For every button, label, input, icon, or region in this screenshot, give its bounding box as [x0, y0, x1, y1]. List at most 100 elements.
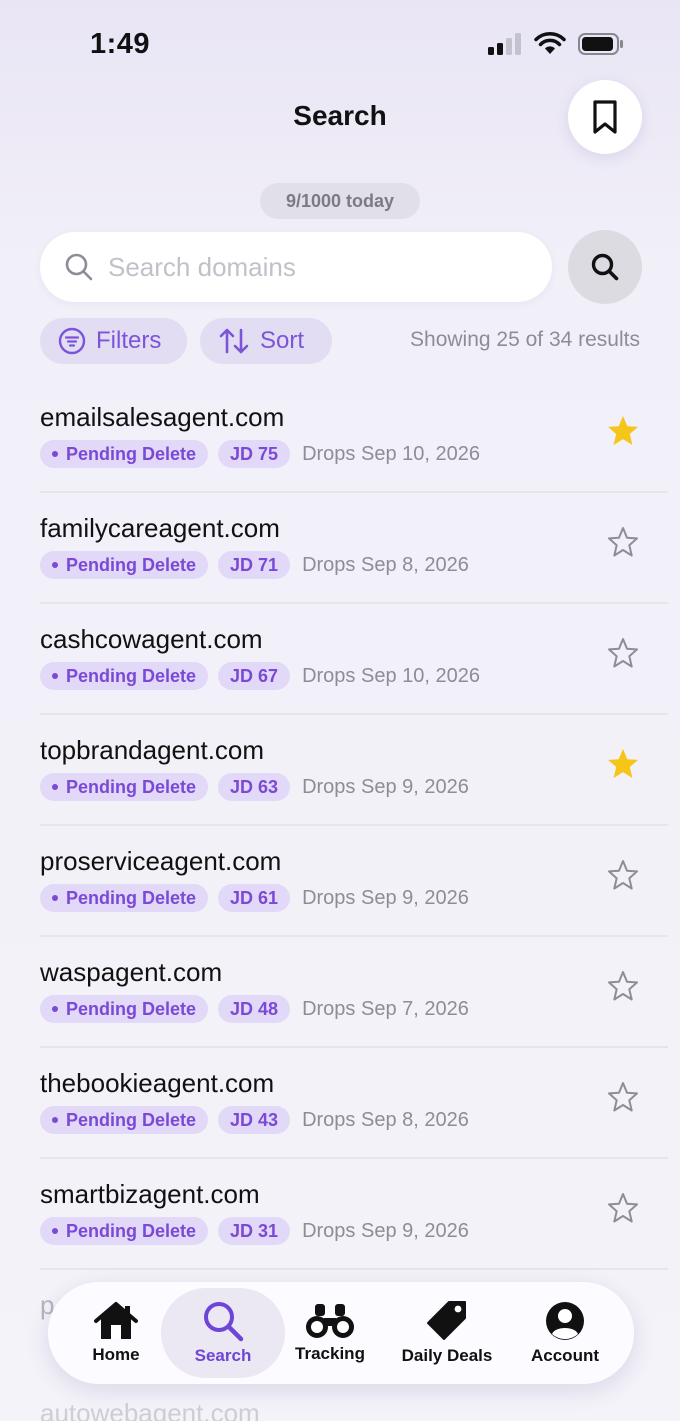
- status-badge-label: Pending Delete: [66, 554, 197, 575]
- status-icons: [488, 32, 624, 56]
- domain-name[interactable]: thebookieagent.com: [40, 1068, 274, 1099]
- status-badge: Pending Delete: [40, 773, 209, 801]
- cellular-signal-icon: [488, 33, 521, 55]
- bookmark-icon: [593, 100, 617, 134]
- status-badge-label: Pending Delete: [66, 1109, 197, 1130]
- domain-row[interactable]: smartbizagent.com Pending Delete JD 31 Drop…: [40, 1159, 668, 1270]
- star-filled-icon[interactable]: [606, 414, 640, 448]
- status-dot: [52, 1117, 58, 1123]
- status-badge: Pending Delete: [40, 1106, 209, 1134]
- domain-name[interactable]: smartbizagent.com: [40, 1179, 260, 1210]
- tag-icon: [427, 1301, 466, 1340]
- sort-label: Sort: [260, 327, 305, 354]
- domain-name[interactable]: topbrandagent.com: [40, 735, 264, 766]
- drop-date: Drops Sep 8, 2026: [302, 1108, 469, 1131]
- status-dot: [52, 1228, 58, 1234]
- search-submit-button[interactable]: [568, 230, 642, 304]
- domain-meta: Pending Delete JD 61 Drops Sep 9, 2026: [40, 884, 469, 912]
- status-badge: Pending Delete: [40, 551, 209, 579]
- status-badge-label: Pending Delete: [66, 776, 197, 797]
- domain-row[interactable]: cashcowagent.com Pending Delete JD 67 Drops…: [40, 604, 668, 715]
- binoculars-icon: [306, 1304, 354, 1338]
- domain-row[interactable]: proserviceagent.com Pending Delete JD 61 Dr…: [40, 826, 668, 937]
- tab-tracking-label: Tracking: [295, 1344, 365, 1363]
- jd-badge: JD 31: [218, 1217, 291, 1245]
- tab-home-label: Home: [92, 1345, 140, 1364]
- tab-daily-deals-label: Daily Deals: [401, 1346, 493, 1365]
- star-filled-icon[interactable]: [606, 747, 640, 781]
- tab-account[interactable]: Account: [510, 1282, 620, 1384]
- tab-account-label: Account: [531, 1346, 599, 1365]
- drop-date: Drops Sep 9, 2026: [302, 886, 469, 909]
- account-icon: [546, 1302, 584, 1340]
- drop-date: Drops Sep 10, 2026: [302, 442, 480, 465]
- domain-row[interactable]: waspagent.com Pending Delete JD 48 Drops Se…: [40, 937, 668, 1048]
- search-icon: [65, 253, 93, 281]
- domain-meta: Pending Delete JD 31 Drops Sep 9, 2026: [40, 1217, 469, 1245]
- domain-name[interactable]: familycareagent.com: [40, 513, 280, 544]
- status-badge: Pending Delete: [40, 440, 209, 468]
- daily-quota-badge: 9/1000 today: [260, 183, 420, 219]
- status-badge: Pending Delete: [40, 662, 209, 690]
- partial-list-item: autowebagent.com: [40, 1398, 260, 1421]
- drop-date: Drops Sep 10, 2026: [302, 664, 480, 687]
- domain-meta: Pending Delete JD 67 Drops Sep 10, 2026: [40, 662, 480, 690]
- domain-name[interactable]: proserviceagent.com: [40, 846, 281, 877]
- status-badge: Pending Delete: [40, 995, 209, 1023]
- star-outline-icon[interactable]: [606, 858, 640, 892]
- status-badge-label: Pending Delete: [66, 443, 197, 464]
- status-dot: [52, 784, 58, 790]
- domain-row[interactable]: topbrandagent.com Pending Delete JD 63 Drop…: [40, 715, 668, 826]
- sort-button[interactable]: Sort: [200, 318, 332, 364]
- drop-date: Drops Sep 7, 2026: [302, 997, 469, 1020]
- filters-button[interactable]: Filters: [40, 318, 187, 364]
- star-outline-icon[interactable]: [606, 636, 640, 670]
- star-outline-icon[interactable]: [606, 1191, 640, 1225]
- star-outline-icon[interactable]: [606, 1080, 640, 1114]
- drop-date: Drops Sep 9, 2026: [302, 775, 469, 798]
- domain-name[interactable]: emailsalesagent.com: [40, 402, 284, 433]
- tab-daily-deals[interactable]: Daily Deals: [391, 1282, 503, 1384]
- sort-arrows-icon: [219, 328, 249, 354]
- jd-badge: JD 63: [218, 773, 291, 801]
- tab-search[interactable]: Search: [161, 1288, 285, 1378]
- status-dot: [52, 895, 58, 901]
- domain-row[interactable]: thebookieagent.com Pending Delete JD 43 Dro…: [40, 1048, 668, 1159]
- filter-icon: [58, 327, 86, 355]
- results-list: emailsalesagent.com Pending Delete JD 75 Dr…: [40, 382, 668, 1270]
- tab-search-label: Search: [194, 1346, 252, 1365]
- domain-meta: Pending Delete JD 75 Drops Sep 10, 2026: [40, 440, 480, 468]
- search-icon: [591, 253, 619, 281]
- status-badge-label: Pending Delete: [66, 998, 197, 1019]
- domain-meta: Pending Delete JD 48 Drops Sep 7, 2026: [40, 995, 469, 1023]
- status-badge: Pending Delete: [40, 884, 209, 912]
- status-badge-label: Pending Delete: [66, 665, 197, 686]
- status-dot: [52, 1006, 58, 1012]
- status-badge: Pending Delete: [40, 1217, 209, 1245]
- tab-bar: Home Search Tracking Daily Deals Account: [48, 1282, 634, 1384]
- jd-badge: JD 67: [218, 662, 291, 690]
- tab-home[interactable]: Home: [60, 1282, 172, 1384]
- domain-row[interactable]: familycareagent.com Pending Delete JD 71 Dr…: [40, 493, 668, 604]
- status-time: 1:49: [90, 28, 151, 60]
- status-dot: [52, 562, 58, 568]
- star-outline-icon[interactable]: [606, 969, 640, 1003]
- search-icon: [204, 1302, 244, 1342]
- search-input[interactable]: [108, 251, 508, 283]
- tab-tracking[interactable]: Tracking: [280, 1282, 380, 1384]
- filters-label: Filters: [96, 327, 162, 354]
- domain-meta: Pending Delete JD 63 Drops Sep 9, 2026: [40, 773, 469, 801]
- domain-row[interactable]: emailsalesagent.com Pending Delete JD 75 Dr…: [40, 382, 668, 493]
- status-dot: [52, 451, 58, 457]
- status-bar: 1:49: [0, 0, 680, 90]
- domain-name[interactable]: cashcowagent.com: [40, 624, 263, 655]
- wifi-icon: [534, 32, 566, 54]
- home-icon: [94, 1302, 138, 1339]
- bookmark-button[interactable]: [568, 80, 642, 154]
- domain-name[interactable]: waspagent.com: [40, 957, 222, 988]
- domain-meta: Pending Delete JD 43 Drops Sep 8, 2026: [40, 1106, 469, 1134]
- jd-badge: JD 48: [218, 995, 291, 1023]
- search-field[interactable]: [40, 232, 552, 302]
- jd-badge: JD 71: [218, 551, 291, 579]
- star-outline-icon[interactable]: [606, 525, 640, 559]
